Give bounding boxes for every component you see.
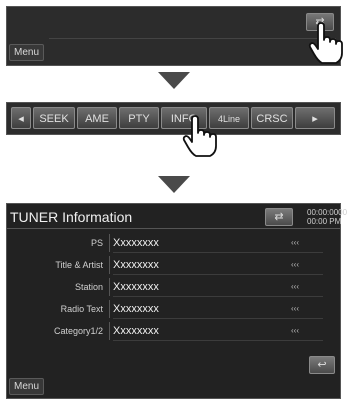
clock-time: 00:00:0000 [307,208,348,217]
separator [49,38,336,39]
info-value-text: Xxxxxxxx [113,237,159,249]
divider [109,234,110,252]
hand-pointer-icon [306,22,344,64]
divider [109,278,110,296]
function-bar: ◂ SEEK AME PTY INFO 4Line CRSC ▸ [6,102,341,135]
swap-button[interactable]: ⇄ [265,208,293,226]
divider [109,322,110,340]
info-label: Radio Text [60,304,103,314]
menu-button[interactable]: Menu [9,44,45,61]
swap-icon: ⇄ [274,211,284,223]
source-screen-panel: ⇄ Menu [6,6,341,66]
info-label: PS [90,238,103,248]
info-value[interactable]: Xxxxxxxx ‹‹‹ [113,256,323,275]
info-value-text: Xxxxxxxx [113,325,159,337]
info-label: Category1/2 [53,326,103,336]
scroll-icon[interactable]: ‹‹‹ [291,322,299,340]
scroll-icon[interactable]: ‹‹‹ [291,300,299,318]
down-arrow-icon [158,176,190,193]
info-value[interactable]: Xxxxxxxx ‹‹‹ [113,300,323,319]
info-label: Station [74,282,103,292]
info-row-title-artist: Title & Artist Xxxxxxxx ‹‹‹ [11,256,329,275]
previous-icon[interactable]: ◂ [11,107,31,129]
info-value-text: Xxxxxxxx [113,303,159,315]
scroll-icon[interactable]: ‹‹‹ [291,278,299,296]
page-title: TUNER Information [10,209,133,225]
pty-button[interactable]: PTY [119,107,159,129]
back-arrow-icon: ↩ [317,359,327,371]
info-value[interactable]: Xxxxxxxx ‹‹‹ [113,234,323,253]
info-row-category: Category1/2 Xxxxxxxx ‹‹‹ [11,322,329,341]
info-row-ps: PS Xxxxxxxx ‹‹‹ [11,234,329,253]
scroll-icon[interactable]: ‹‹‹ [291,256,299,274]
seek-button[interactable]: SEEK [33,107,75,129]
ame-button[interactable]: AME [77,107,117,129]
info-value[interactable]: Xxxxxxxx ‹‹‹ [113,322,323,341]
divider [109,300,110,318]
crsc-button[interactable]: CRSC [251,107,293,129]
scroll-icon[interactable]: ‹‹‹ [291,234,299,252]
tuner-info-panel: TUNER Information ⇄ 00:00:0000 00:00 PM … [6,203,347,399]
menu-button[interactable]: Menu [9,378,45,395]
down-arrow-icon [158,72,190,89]
info-value-text: Xxxxxxxx [113,259,159,271]
back-button[interactable]: ↩ [309,356,335,374]
next-icon[interactable]: ▸ [295,107,335,129]
info-row-radio-text: Radio Text Xxxxxxxx ‹‹‹ [11,300,329,319]
info-label: Title & Artist [55,260,103,270]
info-row-station: Station Xxxxxxxx ‹‹‹ [11,278,329,297]
separator [7,228,340,229]
divider [109,256,110,274]
info-value-text: Xxxxxxxx [113,281,159,293]
info-value[interactable]: Xxxxxxxx ‹‹‹ [113,278,323,297]
clock-ampm: 00:00 PM [307,217,342,226]
clock: 00:00:0000 00:00 PM [307,208,347,226]
hand-pointer-icon [180,115,218,157]
